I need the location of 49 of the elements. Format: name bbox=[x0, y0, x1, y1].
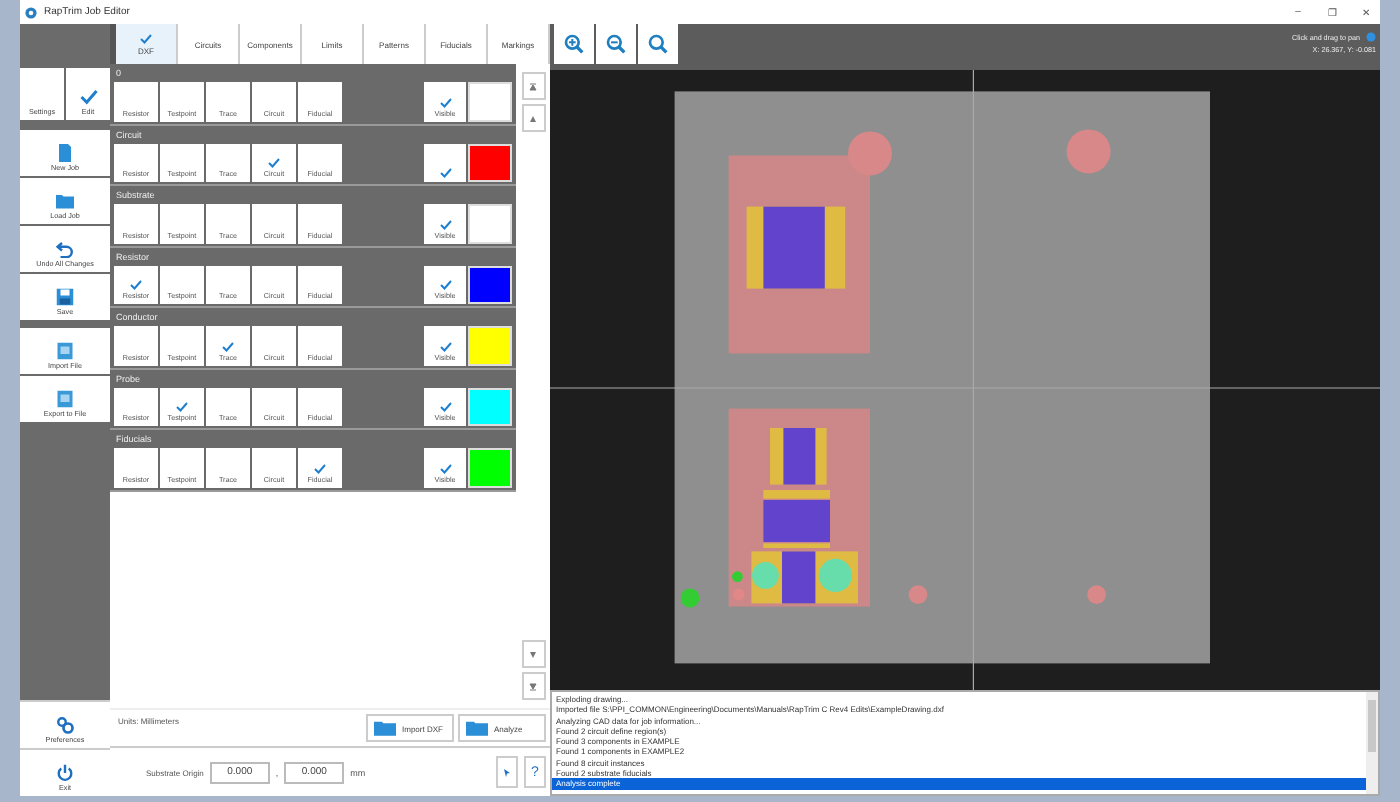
move-top-icon bbox=[528, 81, 538, 91]
checkmark-icon bbox=[439, 341, 451, 351]
document-icon bbox=[56, 144, 74, 162]
power-icon bbox=[56, 764, 74, 782]
move-up-button[interactable] bbox=[521, 104, 545, 132]
zoom-out-icon bbox=[606, 34, 626, 54]
checkmark-icon bbox=[222, 341, 234, 351]
visible-toggle[interactable] bbox=[424, 143, 466, 182]
globe-icon bbox=[1366, 32, 1376, 42]
color-swatch[interactable] bbox=[468, 204, 512, 243]
scrollbar[interactable] bbox=[1366, 692, 1378, 794]
color-swatch[interactable] bbox=[468, 143, 512, 182]
color-swatch[interactable] bbox=[468, 387, 512, 426]
folder-icon bbox=[466, 720, 488, 736]
checkmark-icon bbox=[268, 158, 280, 168]
zoom-out-button[interactable] bbox=[596, 24, 636, 64]
undo-icon bbox=[56, 240, 74, 258]
move-bottom-button[interactable] bbox=[521, 672, 545, 700]
zoom-in-icon bbox=[564, 34, 584, 54]
save-icon bbox=[56, 288, 74, 306]
up-triangle-icon bbox=[528, 113, 538, 123]
checkmark-icon bbox=[439, 97, 451, 107]
checkmark-icon bbox=[439, 280, 451, 290]
folder-icon bbox=[56, 192, 74, 210]
gears-icon bbox=[56, 716, 74, 734]
search-icon bbox=[648, 34, 668, 54]
zoom-in-button[interactable] bbox=[554, 24, 594, 64]
checkmark-icon bbox=[79, 88, 97, 106]
color-swatch[interactable] bbox=[468, 82, 512, 121]
checkmark-icon bbox=[439, 402, 451, 412]
export-file-icon bbox=[56, 390, 74, 408]
search-button[interactable] bbox=[638, 24, 678, 64]
checkmark-icon bbox=[176, 402, 188, 412]
folder-icon bbox=[374, 720, 396, 736]
import-file-icon bbox=[56, 342, 74, 360]
pointer-icon bbox=[502, 767, 512, 777]
checkmark-icon bbox=[140, 33, 152, 43]
color-swatch[interactable] bbox=[468, 265, 512, 304]
checkmark-icon bbox=[439, 168, 451, 178]
checkmark-icon bbox=[439, 463, 451, 473]
color-swatch[interactable] bbox=[468, 326, 512, 365]
checkmark-icon bbox=[314, 463, 326, 473]
move-down-button[interactable] bbox=[521, 640, 545, 668]
down-triangle-icon bbox=[528, 649, 538, 659]
checkmark-icon bbox=[439, 219, 451, 229]
color-swatch[interactable] bbox=[468, 448, 512, 487]
move-top-button[interactable] bbox=[521, 72, 545, 100]
checkmark-icon bbox=[130, 280, 142, 290]
move-bottom-icon bbox=[528, 681, 538, 691]
